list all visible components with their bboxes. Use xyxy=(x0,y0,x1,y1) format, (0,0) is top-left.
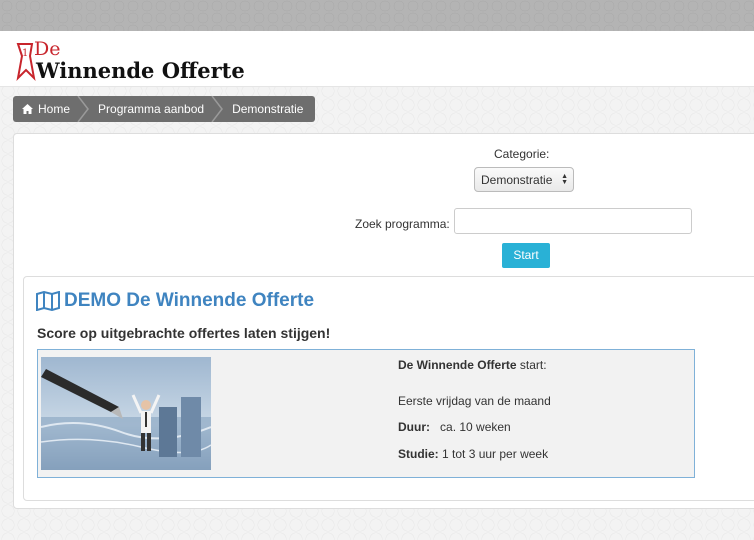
search-label: Zoek programma: xyxy=(355,217,450,231)
breadcrumb-current: Demonstratie xyxy=(223,96,303,122)
program-start-date: Eerste vrijdag van de maand xyxy=(398,394,551,408)
program-card: DEMO De Winnende Offerte Score op uitgeb… xyxy=(23,276,754,501)
study-label: Studie: xyxy=(398,447,439,461)
breadcrumb-home-label: Home xyxy=(38,102,71,116)
breadcrumb-home[interactable]: Home xyxy=(13,96,70,122)
chevron-right-icon xyxy=(211,95,224,123)
duration-label: Duur: xyxy=(398,420,430,434)
program-image xyxy=(41,357,211,470)
duration-value: ca. 10 weken xyxy=(440,420,511,434)
svg-text:1: 1 xyxy=(22,48,28,59)
breadcrumb-programs-label: Programma aanbod xyxy=(98,102,205,116)
search-input[interactable] xyxy=(454,208,692,234)
study-value: 1 tot 3 uur per week xyxy=(442,447,549,461)
breadcrumb-programs[interactable]: Programma aanbod xyxy=(89,96,204,122)
program-title-text: DEMO De Winnende Offerte xyxy=(64,290,315,311)
program-name: De Winnende Offerte xyxy=(398,358,517,372)
select-arrows-icon: ▲ ▼ xyxy=(561,173,568,186)
category-select-value: Demonstratie xyxy=(481,173,553,187)
main-panel: Categorie: Demonstratie ▲ ▼ Zoek programm… xyxy=(13,133,754,509)
site-header: 1 De Winnende Offerte xyxy=(0,31,754,87)
top-bar xyxy=(0,0,754,31)
site-logo[interactable]: 1 De Winnende Offerte xyxy=(12,36,245,84)
program-title[interactable]: DEMO De Winnende Offerte xyxy=(36,290,314,312)
map-icon xyxy=(36,291,60,311)
program-start-suffix: start: xyxy=(519,358,547,372)
home-icon xyxy=(22,104,33,114)
logo-text-small: De xyxy=(34,38,61,60)
breadcrumb-current-label: Demonstratie xyxy=(232,102,304,116)
logo-text-main: Winnende Offerte xyxy=(36,58,245,83)
start-button[interactable]: Start xyxy=(502,243,550,268)
chevron-right-icon xyxy=(77,95,89,123)
program-info-box: De Winnende Offerte start: Eerste vrijda… xyxy=(37,349,695,478)
breadcrumb: Home Programma aanbod Demonstratie xyxy=(13,95,316,123)
program-subtitle: Score op uitgebrachte offertes laten sti… xyxy=(37,325,331,341)
category-label: Categorie: xyxy=(494,147,550,161)
category-select[interactable]: Demonstratie ▲ ▼ xyxy=(474,167,574,192)
